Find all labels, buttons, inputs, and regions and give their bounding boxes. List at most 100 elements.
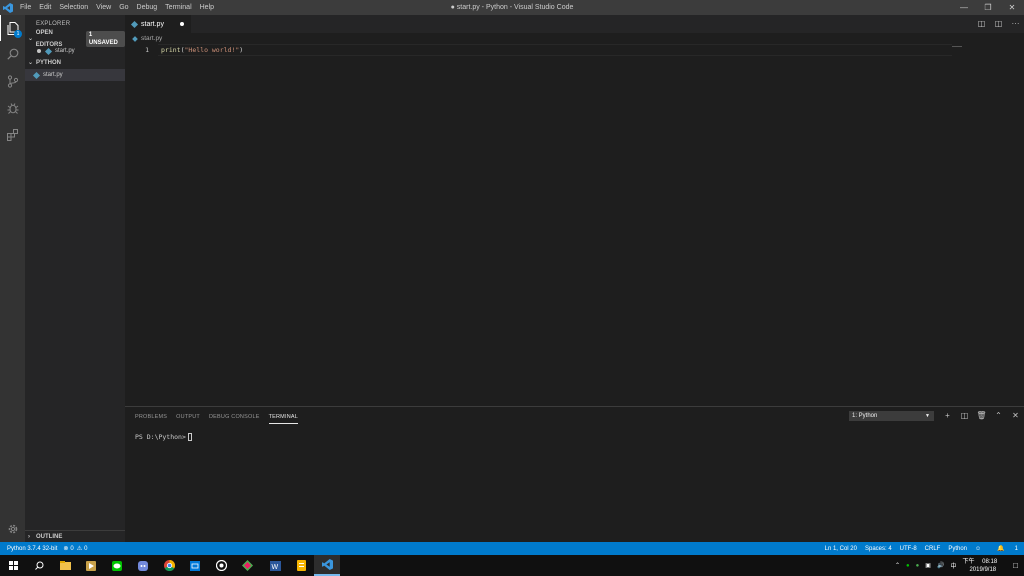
status-right: Ln 1, Col 20 Spaces: 4 UTF-8 CRLF Python… [817,545,1018,553]
tray-app-icon[interactable]: ● [906,563,910,569]
code-text[interactable]: print("Hello world!") [161,44,243,56]
tab-start-py[interactable]: start.py [125,15,191,33]
terminal-select[interactable]: 1: Python ▼ [849,411,934,421]
discord-icon[interactable] [130,555,156,576]
terminal[interactable]: PS D:\Python> [135,433,192,441]
status-left: Python 3.7.4 32-bit ⊗ 0 ⚠ 0 [7,545,99,553]
menu-debug[interactable]: Debug [133,0,162,15]
debug-icon[interactable] [0,95,25,121]
open-changes-icon[interactable]: ◫ [973,15,990,33]
encoding[interactable]: UTF-8 [900,546,917,552]
open-editor-filename: start.py [55,48,75,54]
tray-volume-icon[interactable]: 🔊 [937,562,944,569]
problems-status[interactable]: ⊗ 0 ⚠ 0 [63,545,93,553]
feedback-icon[interactable]: ☺ [975,546,981,552]
menu-selection[interactable]: Selection [55,0,92,15]
line-icon[interactable] [104,555,130,576]
word-icon[interactable]: W [262,555,288,576]
tab-problems[interactable]: PROBLEMS [135,411,167,424]
windows-start-icon[interactable] [0,555,26,576]
folder-filename: start.py [43,72,63,78]
activity-bar: 1 [0,15,25,542]
minimize-icon[interactable]: — [952,0,976,15]
svg-text:W: W [271,564,278,571]
error-count: 0 [70,545,74,552]
tray-sync-icon[interactable]: ● [916,563,920,569]
tab-debug-console[interactable]: DEBUG CONSOLE [209,411,260,424]
python-interpreter[interactable]: Python 3.7.4 32-bit [7,546,57,552]
split-editor-icon[interactable]: ◫ [990,15,1007,33]
media-icon[interactable] [78,555,104,576]
split-terminal-icon[interactable]: ◫ [956,409,973,423]
terminal-select-value: 1: Python [852,413,878,419]
folder-header[interactable]: ⌄ PYTHON [25,57,125,69]
more-actions-icon[interactable]: ··· [1007,15,1024,33]
open-editors-header[interactable]: ⌄ OPEN EDITORS 1 UNSAVED [25,30,125,48]
action-center-icon[interactable]: □ [1013,561,1018,570]
terminal-prompt: PS D:\Python> [135,433,186,441]
chrome-icon[interactable] [156,555,182,576]
git-icon[interactable] [234,555,260,576]
bottom-panel: PROBLEMS OUTPUT DEBUG CONSOLE TERMINAL 1… [125,406,1024,542]
source-control-icon[interactable] [0,68,25,94]
system-tray: ⌃ ● ● ▣ 🔊 中 下午 08:18 2019/9/18 □ [895,555,1024,576]
mail-icon[interactable] [182,555,208,576]
editor-tabs: start.py ◫ ◫ ··· [125,15,1024,33]
ime-indicator[interactable]: 中 [950,561,956,570]
error-icon: ⊗ [63,546,69,552]
extensions-icon[interactable] [0,122,25,148]
trash-icon[interactable]: 🗑 [973,409,990,423]
clock[interactable]: 下午 08:18 2019/9/18 [962,558,1003,574]
cursor-position[interactable]: Ln 1, Col 20 [825,546,857,552]
indentation[interactable]: Spaces: 4 [865,546,892,552]
chevron-up-icon[interactable]: ⌃ [990,409,1007,423]
python-file-icon [132,35,138,42]
vscode-icon[interactable] [314,555,340,576]
outline-header[interactable]: › OUTLINE [25,530,125,542]
menu-help[interactable]: Help [196,0,218,15]
notifications[interactable]: 🔔 1 [989,545,1018,553]
status-bar: Python 3.7.4 32-bit ⊗ 0 ⚠ 0 Ln 1, Col 20… [0,542,1024,555]
folder-file-item[interactable]: start.py [25,69,125,81]
menu-go[interactable]: Go [115,0,132,15]
chevron-up-icon[interactable]: ⌃ [895,562,900,569]
restore-icon[interactable]: ❐ [976,0,1000,15]
warning-icon: ⚠ [76,546,83,552]
unsaved-dot-icon[interactable] [37,49,41,53]
chevron-right-icon: › [28,533,30,540]
breadcrumb[interactable]: start.py [125,33,1024,44]
file-explorer-icon[interactable] [52,555,78,576]
tab-terminal[interactable]: TERMINAL [268,411,298,424]
search-icon[interactable] [0,41,25,67]
obs-icon[interactable] [208,555,234,576]
python-file-icon [32,71,41,79]
clock-am-pm: 下午 [962,558,975,565]
minimap[interactable] [952,46,962,47]
unsaved-dot-icon[interactable] [180,22,184,26]
explorer-badge: 1 [14,30,22,38]
code-line[interactable]: 1 print("Hello world!") [125,44,1024,56]
menu-edit[interactable]: Edit [35,0,55,15]
files-icon[interactable]: 1 [0,15,25,41]
tab-output[interactable]: OUTPUT [176,411,200,424]
menu-view[interactable]: View [92,0,115,15]
close-icon[interactable]: ✕ [1000,0,1024,15]
plus-icon[interactable]: + [939,409,956,423]
breadcrumb-file[interactable]: start.py [141,33,162,44]
search-icon[interactable] [26,555,52,576]
notes-icon[interactable] [288,555,314,576]
token-string: "Hello world!" [184,46,240,54]
language-mode[interactable]: Python [948,546,967,552]
tray-network-icon[interactable]: ▣ [925,562,931,569]
menu-file[interactable]: File [16,0,35,15]
close-icon[interactable]: ✕ [1007,409,1024,423]
terminal-cursor [187,433,192,441]
menu-terminal[interactable]: Terminal [161,0,195,15]
folder-label: PYTHON [36,60,62,66]
end-of-line[interactable]: CRLF [925,546,941,552]
current-line-highlight [158,44,952,56]
notification-count: 1 [1014,545,1018,552]
warning-count: 0 [84,545,88,552]
chevron-down-icon: ⌄ [28,36,34,42]
gear-icon[interactable] [0,516,25,542]
